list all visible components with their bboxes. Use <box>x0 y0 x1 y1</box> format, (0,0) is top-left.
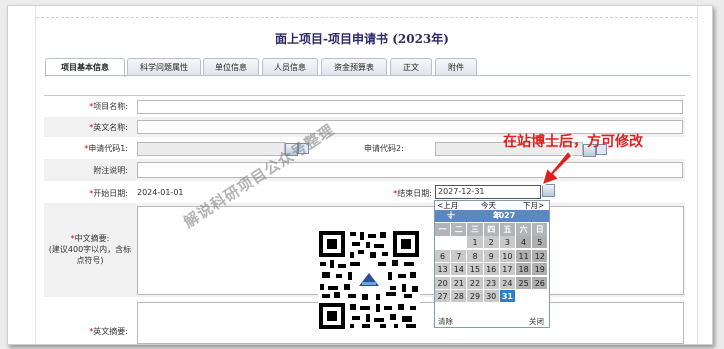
close-button[interactable]: 关闭 <box>529 317 544 327</box>
weekday-header: 二 <box>451 223 468 236</box>
form-top-border <box>44 95 685 96</box>
next-month-button[interactable]: 下月> <box>523 201 544 210</box>
english-name-label: *英文名称: <box>89 123 128 132</box>
calendar-popup: <上月 今天 下月> 十二月 ⌄ 2027 ⌄ 年 一二三四五六日1234567… <box>434 200 550 328</box>
end-date-label: *结束日期: <box>393 189 432 198</box>
weekday-header: 四 <box>483 223 500 236</box>
project-name-input[interactable] <box>137 100 683 114</box>
calendar-day[interactable]: 10 <box>499 249 516 263</box>
calendar-day[interactable]: 2 <box>483 236 500 249</box>
cn-abstract-label: *中文摘要: (建议400字以内，含标点符号) <box>48 234 132 265</box>
calendar-empty-cell <box>516 290 533 303</box>
calendar-day[interactable]: 6 <box>435 249 452 263</box>
calendar-day[interactable]: 13 <box>435 263 452 276</box>
calendar-day[interactable]: 23 <box>483 276 500 290</box>
weekday-header: 三 <box>467 223 484 236</box>
en-abstract-label: *英文摘要: <box>89 327 128 336</box>
left-border <box>35 6 36 344</box>
calendar-day[interactable]: 7 <box>451 249 468 263</box>
tab-attachments[interactable]: 附件 <box>435 58 477 76</box>
calendar-header: 十二月 ⌄ 2027 ⌄ 年 <box>435 210 549 244</box>
right-border <box>697 6 698 344</box>
calendar-day[interactable]: 14 <box>451 263 468 276</box>
clear-button[interactable]: 清除 <box>438 317 453 327</box>
note-label: 附注说明: <box>93 166 128 175</box>
calendar-day[interactable]: 21 <box>451 276 468 290</box>
tab-underline <box>45 75 690 76</box>
top-divider <box>36 17 698 18</box>
row-project-name: *项目名称: <box>44 97 685 117</box>
tab-unit-info[interactable]: 单位信息 <box>203 58 259 76</box>
calendar-nav: <上月 今天 下月> <box>435 201 549 210</box>
calendar-day[interactable]: 26 <box>532 276 549 290</box>
calendar-day[interactable]: 25 <box>516 276 533 290</box>
tab-budget-table[interactable]: 资金预算表 <box>321 58 387 76</box>
tab-main-text[interactable]: 正文 <box>390 58 432 76</box>
weekday-header: 五 <box>499 223 516 236</box>
calendar-day[interactable]: 12 <box>532 249 549 263</box>
note-input[interactable] <box>137 162 683 178</box>
calendar-empty-cell <box>435 236 452 249</box>
qr-code-icon <box>318 230 420 330</box>
apply-code1-input[interactable] <box>137 142 285 156</box>
calendar-day[interactable]: 15 <box>467 263 484 276</box>
calendar-empty-cell <box>451 236 468 249</box>
calendar-day[interactable]: 18 <box>516 263 533 276</box>
weekday-header: 日 <box>532 223 549 236</box>
tab-science-attributes[interactable]: 科学问题属性 <box>127 58 201 76</box>
tab-personnel-info[interactable]: 人员信息 <box>262 58 318 76</box>
calendar-day[interactable]: 31 <box>499 290 516 303</box>
calendar-day[interactable]: 8 <box>467 249 484 263</box>
calendar-day[interactable]: 4 <box>516 236 533 249</box>
row-note: 附注说明: <box>44 159 685 181</box>
calendar-day[interactable]: 17 <box>499 263 516 276</box>
calendar-day[interactable]: 30 <box>483 290 500 303</box>
page-title: 面上项目-项目申请书 (2023年) <box>275 32 449 46</box>
calendar-day[interactable]: 20 <box>435 276 452 290</box>
calendar-day[interactable]: 28 <box>451 290 468 303</box>
apply-code1-label: *申请代码1: <box>84 144 128 153</box>
end-date-input[interactable]: 2027-12-31 <box>435 185 541 199</box>
calendar-day[interactable]: 16 <box>483 263 500 276</box>
arrow-icon <box>541 150 573 186</box>
calendar-day[interactable]: 1 <box>467 236 484 249</box>
calendar-day[interactable]: 11 <box>516 249 533 263</box>
weekday-header: 六 <box>516 223 533 236</box>
calendar-day[interactable]: 19 <box>532 263 549 276</box>
weekday-header: 一 <box>435 223 452 236</box>
chevron-down-icon: ⌄ <box>447 211 454 220</box>
calendar-day[interactable]: 22 <box>467 276 484 290</box>
apply-code2-label: 申请代码2: <box>364 144 404 153</box>
calendar-day[interactable]: 9 <box>483 249 500 263</box>
calendar-day[interactable]: 24 <box>499 276 516 290</box>
calendar-day[interactable]: 5 <box>532 236 549 249</box>
calendar-empty-cell <box>532 290 549 303</box>
calendar-day[interactable]: 27 <box>435 290 452 303</box>
project-name-label: *项目名称: <box>89 102 128 111</box>
calendar-day[interactable]: 29 <box>467 290 484 303</box>
start-date-value: 2024-01-01 <box>137 188 184 197</box>
calendar-day[interactable]: 3 <box>499 236 516 249</box>
calendar-footer: 清除 关闭 <box>435 317 549 327</box>
row-dates: *开始日期: 2024-01-01 *结束日期: 2027-12-31 <box>44 183 685 203</box>
start-date-label: *开始日期: <box>89 189 128 198</box>
prev-month-button[interactable]: <上月 <box>437 201 458 210</box>
today-button[interactable]: 今天 <box>481 201 496 210</box>
